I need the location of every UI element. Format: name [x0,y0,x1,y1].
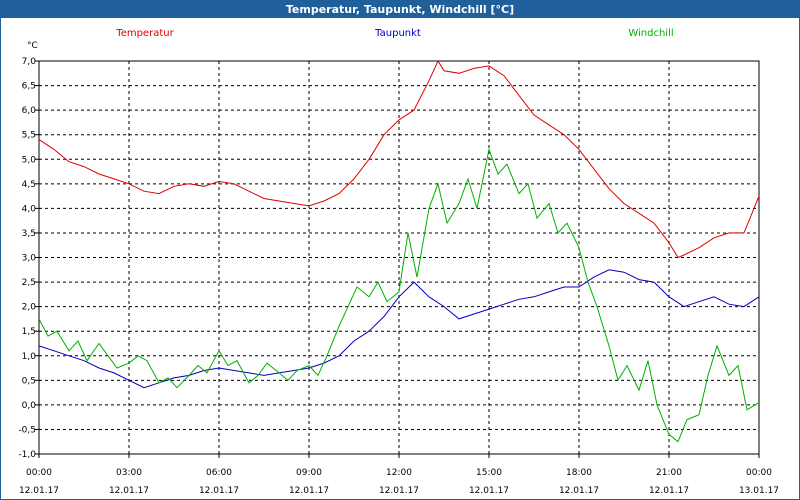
y-tick-label: -1,0 [18,450,36,460]
y-tick-label: 5,0 [22,155,37,165]
y-tick-label: 2,5 [22,278,36,288]
x-tick-time-label: 03:00 [116,468,142,478]
x-tick-time-label: 21:00 [656,468,682,478]
chart-window: Temperatur, Taupunkt, Windchill [°C] 7,0… [0,0,800,500]
y-tick-label: 0,0 [22,401,37,411]
x-tick-time-label: 06:00 [206,468,232,478]
legend-entry-windchill: Windchill [628,28,673,39]
x-tick-time-label: 18:00 [566,468,592,478]
y-tick-label: 1,5 [22,327,36,337]
legend: Temperatur Taupunkt Windchill [115,28,673,39]
x-tick-date-label: 12.01.17 [649,486,689,496]
y-tick-label: 3,5 [22,229,36,239]
y-tick-label: 3,0 [22,254,37,264]
x-tick-date-label: 12.01.17 [109,486,149,496]
y-tick-label: 6,0 [22,106,37,116]
x-tick-time-label: 12:00 [386,468,412,478]
series-line-taupunkt [38,269,760,389]
y-axis-unit-label: °C [27,41,38,51]
x-tick-date-label: 12.01.17 [199,486,239,496]
x-tick-time-label: 00:00 [746,468,772,478]
x-tick-date-label: 13.01.17 [739,486,779,496]
y-tick-label: 5,5 [22,131,36,141]
y-tick-label: -0,5 [18,425,36,435]
legend-entry-taupunkt: Taupunkt [374,28,421,39]
y-tick-label: 4,0 [22,204,37,214]
x-tick-date-label: 12.01.17 [379,486,419,496]
window-title: Temperatur, Taupunkt, Windchill [°C] [1,1,799,18]
y-tick-label: 6,5 [22,82,36,92]
legend-entry-temperatur: Temperatur [115,28,174,39]
y-tick-label: 7,0 [22,57,37,67]
chart-svg: 7,0 6,5 6,0 5,5 5,0 4,5 4,0 3,5 3,0 2,5 2,0 1,5 1,0 0… [18,28,779,496]
y-tick-label: 4,5 [22,180,36,190]
y-tick-label: 1,0 [22,352,37,362]
x-tick-time-label: 00:00 [26,468,52,478]
x-tick-time-label: 15:00 [476,468,502,478]
x-tick-date-label: 12.01.17 [469,486,509,496]
x-tick-date-label: 12.01.17 [19,486,59,496]
x-tick-time-label: 09:00 [296,468,322,478]
series-lines [38,59,760,443]
y-tick-label: 0,5 [22,376,36,386]
x-tick-date-label: 12.01.17 [559,486,599,496]
y-tick-label: 2,0 [22,303,37,313]
x-tick-date-label: 12.01.17 [289,486,329,496]
